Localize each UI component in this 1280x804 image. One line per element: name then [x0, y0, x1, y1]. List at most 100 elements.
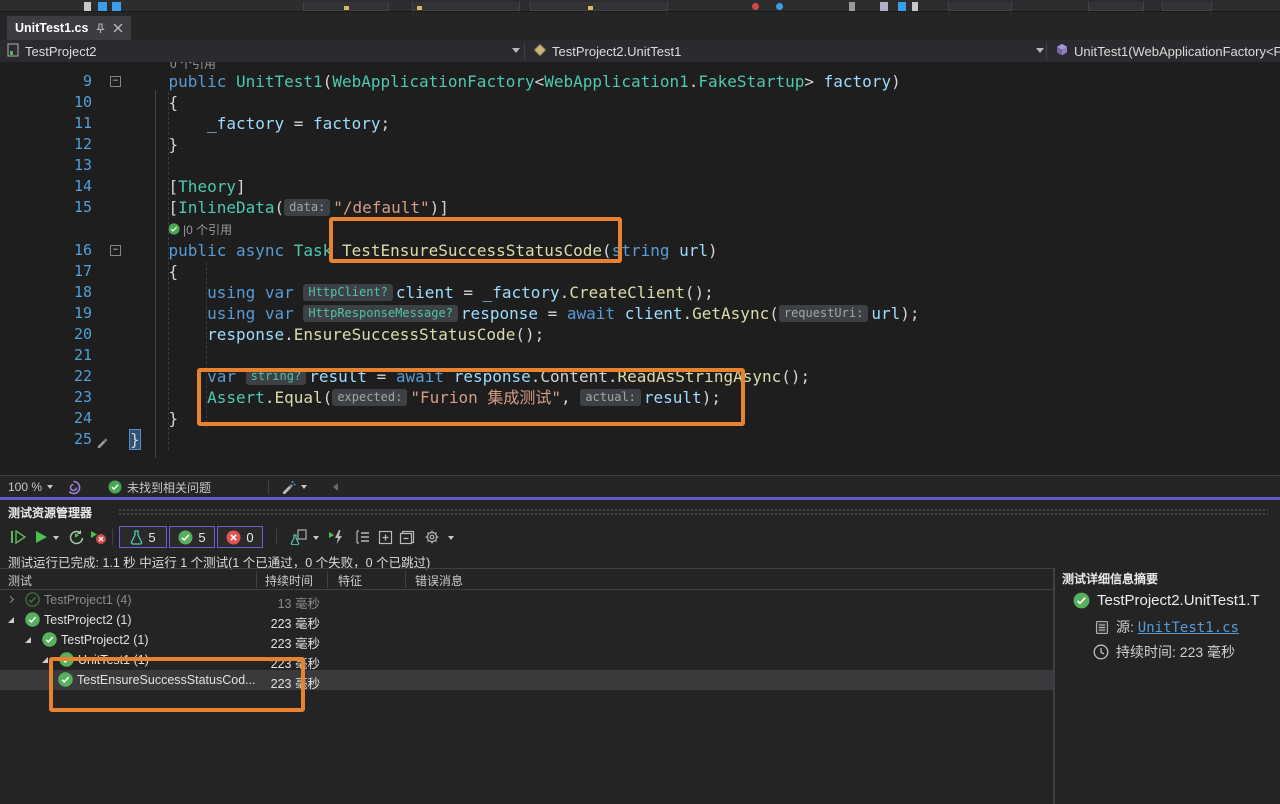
badge-failed-tests[interactable]: 0 [217, 526, 263, 548]
run-test-button[interactable] [33, 524, 49, 550]
test-row-3[interactable]: TestProject2 (1)223 毫秒 [0, 630, 1053, 650]
code-line-9[interactable]: 9− public UnitTest1(WebApplicationFactor… [0, 71, 1280, 92]
line-number: 9 [0, 71, 92, 92]
close-icon[interactable] [113, 23, 123, 33]
code-cleanup-button[interactable] [280, 476, 307, 498]
debug-lightning-button[interactable] [326, 524, 346, 550]
chevron-down-icon[interactable] [313, 536, 319, 540]
settings-gear-icon[interactable] [422, 524, 442, 550]
pin-icon[interactable] [95, 23, 106, 34]
codelens-references-partial[interactable]: 0 个引用 [0, 62, 1280, 71]
hscroll-left-arrow[interactable] [331, 476, 339, 498]
line-number: 11 [0, 113, 92, 134]
toolbar-icon-blue-3[interactable] [776, 3, 783, 10]
nav-type-dropdown[interactable]: TestProject2.UnitTest1 [527, 40, 1045, 62]
test-options-button[interactable] [288, 524, 310, 550]
toolbar-icon-gray-3[interactable] [912, 2, 918, 11]
code-line-13[interactable]: 13 [0, 155, 1280, 176]
line-number: 21 [0, 345, 92, 366]
tab-title: UnitTest1.cs [15, 21, 88, 35]
toolbar-combo-3[interactable] [530, 2, 668, 11]
chevron-down-icon[interactable] [448, 536, 454, 540]
nav-member-dropdown[interactable]: UnitTest1(WebApplicationFactory<F [1049, 40, 1280, 62]
line-number: 10 [0, 92, 92, 113]
details-title: 测试详细信息摘要 [1062, 570, 1158, 587]
toolbar-combo-2[interactable] [412, 2, 520, 11]
column-error-message[interactable]: 错误消息 [415, 572, 463, 589]
document-icon[interactable] [84, 2, 91, 11]
collapse-arrow-icon[interactable] [42, 657, 48, 663]
code-text: public async Task TestEnsureSuccessStatu… [130, 240, 1280, 261]
details-duration: 持续时间: 223 毫秒 [1116, 642, 1235, 662]
source-link[interactable]: UnitTest1.cs [1138, 620, 1239, 636]
group-by-button[interactable] [352, 524, 372, 550]
toolbar-combo-4[interactable] [948, 2, 1012, 11]
test-name: TestProject2 (1) [61, 633, 149, 647]
badge-total-tests[interactable]: 5 [119, 526, 167, 548]
code-line-21[interactable]: 21 [0, 345, 1280, 366]
chevron-down-icon[interactable] [512, 48, 520, 53]
passed-count: 5 [198, 530, 205, 545]
toolbar-icon-gray-2[interactable] [880, 2, 888, 11]
codelens-references[interactable]: |0 个引用 [0, 218, 1280, 240]
column-traits[interactable]: 特征 [338, 572, 362, 589]
test-name: TestProject2 (1) [44, 613, 132, 627]
toolbar-icon-blue-2[interactable] [112, 2, 121, 11]
code-suggestions-icon[interactable] [66, 476, 81, 498]
panel-grip-texture[interactable] [118, 508, 1268, 517]
nav-project-dropdown[interactable]: TestProject2 [0, 40, 522, 62]
expand-arrow-icon[interactable] [8, 597, 13, 602]
problems-indicator[interactable]: 未找到相关问题 [108, 476, 211, 498]
toolbar-dot-yellow-2 [417, 6, 422, 10]
nav-type-label: TestProject2.UnitTest1 [552, 44, 681, 59]
chevron-down-icon[interactable] [1036, 48, 1044, 53]
chevron-down-icon[interactable] [53, 536, 59, 540]
repeat-last-run-button[interactable] [66, 524, 86, 550]
clock-icon [1093, 644, 1109, 660]
code-line-14[interactable]: 14 [Theory] [0, 176, 1280, 197]
editor-tab-bar: UnitTest1.cs [0, 12, 1280, 40]
code-line-10[interactable]: 10 { [0, 92, 1280, 113]
expand-all-button[interactable] [375, 524, 395, 550]
line-number: 20 [0, 324, 92, 345]
toolbar-combo-6[interactable] [1162, 2, 1212, 11]
toolbar-icon-blue-1[interactable] [98, 2, 107, 11]
collapse-arrow-icon[interactable] [25, 637, 31, 643]
code-line-15[interactable]: 15 [InlineData(data:"/default")] [0, 197, 1280, 218]
details-source-row: 源: UnitTest1.cs [1095, 617, 1239, 637]
collapse-arrow-icon[interactable] [8, 617, 14, 623]
code-line-12[interactable]: 12 } [0, 134, 1280, 155]
zoom-control[interactable]: 100 % [8, 476, 53, 498]
cancel-run-button[interactable] [88, 524, 108, 550]
fold-marker[interactable]: − [110, 76, 121, 87]
column-duration[interactable]: 持续时间 [265, 572, 313, 589]
fold-marker[interactable]: − [110, 245, 121, 256]
test-details-pane: 测试详细信息摘要 TestProject2.UnitTest1.T 源: Uni… [1055, 568, 1280, 804]
project-icon [6, 43, 20, 60]
code-line-16[interactable]: 16− public async Task TestEnsureSuccessS… [0, 240, 1280, 261]
line-number: 23 [0, 387, 92, 408]
badge-passed-tests[interactable]: 5 [169, 526, 215, 548]
passed-icon [1073, 592, 1090, 609]
code-text: using var HttpClient?client = _factory.C… [130, 282, 1280, 303]
collapse-all-button[interactable] [397, 524, 417, 550]
toolbar-combo-5[interactable] [1088, 2, 1144, 11]
toolbar-icon-gray-1[interactable] [849, 2, 855, 11]
column-test[interactable]: 测试 [8, 572, 32, 589]
code-text: { [130, 92, 1280, 113]
test-explorer-panel: 测试资源管理器 5 5 [0, 500, 1280, 804]
toolbar-icon-blue-4[interactable] [898, 2, 906, 11]
code-line-19[interactable]: 19 using var HttpResponseMessage?respons… [0, 303, 1280, 324]
tab-unittest1[interactable]: UnitTest1.cs [7, 16, 131, 40]
code-line-25[interactable]: 25} [0, 429, 1280, 450]
run-all-tests-button[interactable] [8, 524, 28, 550]
code-line-11[interactable]: 11 _factory = factory; [0, 113, 1280, 134]
code-line-17[interactable]: 17 { [0, 261, 1280, 282]
line-number: 15 [0, 197, 92, 218]
test-row-1[interactable]: TestProject1 (4)13 毫秒 [0, 590, 1053, 610]
test-row-2[interactable]: TestProject2 (1)223 毫秒 [0, 610, 1053, 630]
code-line-18[interactable]: 18 using var HttpClient?client = _factor… [0, 282, 1280, 303]
toolbar-icon-red[interactable] [752, 3, 759, 10]
line-number: 18 [0, 282, 92, 303]
code-line-20[interactable]: 20 response.EnsureSuccessStatusCode(); [0, 324, 1280, 345]
